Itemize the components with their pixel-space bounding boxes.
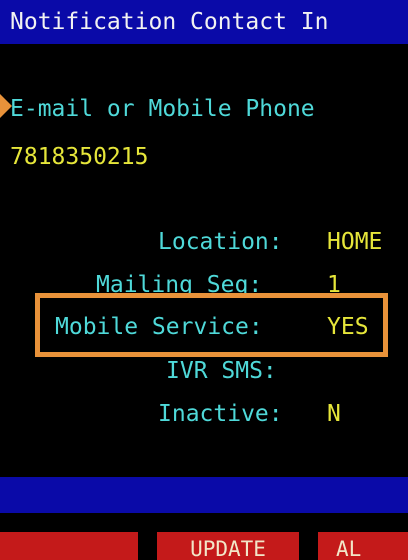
update-button[interactable]: UPDATE bbox=[157, 532, 299, 560]
terminal-screen: Notification Contact In E-mail or Mobile… bbox=[0, 0, 408, 560]
mobile-service-highlight bbox=[35, 293, 388, 357]
contact-label: E-mail or Mobile Phone bbox=[10, 96, 315, 122]
inactive-field[interactable]: N bbox=[327, 400, 341, 428]
contact-value-field[interactable]: 7818350215 bbox=[10, 143, 148, 171]
function-key-al[interactable]: AL bbox=[318, 532, 408, 560]
ivr-sms-label: IVR SMS: bbox=[166, 358, 277, 384]
inactive-label: Inactive: bbox=[158, 401, 283, 427]
location-label: Location: bbox=[158, 229, 283, 255]
screen-title: Notification Contact In bbox=[10, 9, 329, 35]
title-bar: Notification Contact In bbox=[0, 0, 408, 44]
location-field[interactable]: HOME bbox=[327, 228, 382, 256]
function-key-bar: UPDATE AL bbox=[0, 532, 408, 560]
message-bar bbox=[0, 477, 408, 513]
function-key-blank[interactable] bbox=[0, 532, 138, 560]
